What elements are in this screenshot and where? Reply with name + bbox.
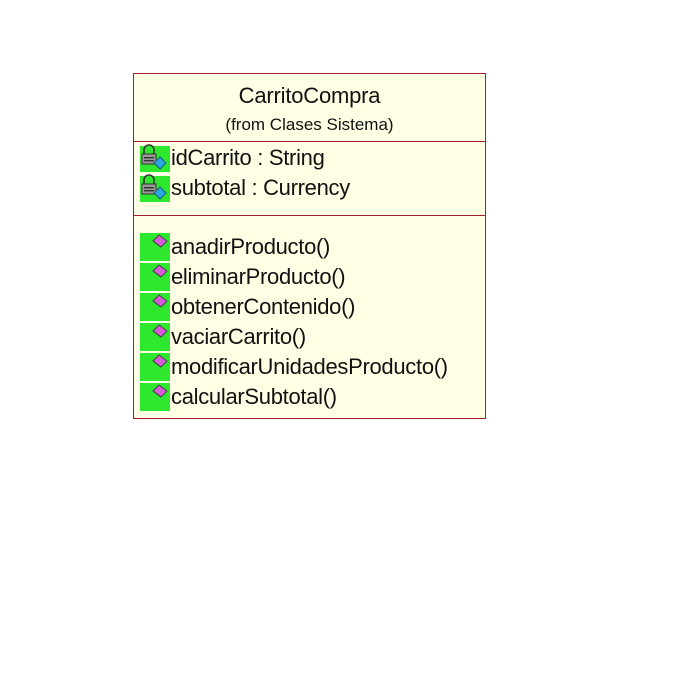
class-name-compartment: CarritoCompra (from Clases Sistema)	[134, 74, 485, 142]
operation-label: vaciarCarrito()	[171, 324, 306, 349]
operation-row[interactable]: calcularSubtotal()	[140, 382, 337, 412]
public-operation-icon	[140, 323, 170, 351]
operation-row[interactable]: eliminarProducto()	[140, 262, 346, 292]
public-operation-icon	[140, 293, 170, 321]
operation-row[interactable]: obtenerContenido()	[140, 292, 355, 322]
operation-label: obtenerContenido()	[171, 294, 356, 319]
operation-row[interactable]: anadirProducto()	[140, 232, 330, 262]
operation-row[interactable]: modificarUnidadesProducto()	[140, 352, 448, 382]
operations-compartment: anadirProducto() eliminarProducto() obte…	[134, 215, 485, 418]
private-attribute-lock-icon	[140, 174, 170, 202]
operation-label: calcularSubtotal()	[171, 384, 337, 409]
operation-label: eliminarProducto()	[171, 264, 346, 289]
public-operation-icon	[140, 383, 170, 411]
attribute-label: subtotal : Currency	[171, 175, 350, 200]
uml-class-box[interactable]: CarritoCompra (from Clases Sistema) idCa…	[133, 73, 486, 419]
operation-row[interactable]: vaciarCarrito()	[140, 322, 306, 352]
operation-label: modificarUnidadesProducto()	[171, 354, 448, 379]
attributes-compartment: idCarrito : String subtotal : Currency	[134, 141, 485, 216]
class-name: CarritoCompra	[238, 83, 381, 108]
attribute-label: idCarrito : String	[171, 145, 325, 170]
class-package-label: (from Clases Sistema)	[225, 115, 394, 134]
public-operation-icon	[140, 263, 170, 291]
attribute-row[interactable]: idCarrito : String	[140, 143, 325, 173]
private-attribute-lock-icon	[140, 144, 170, 172]
public-operation-icon	[140, 233, 170, 261]
public-operation-icon	[140, 353, 170, 381]
operation-label: anadirProducto()	[171, 234, 331, 259]
attribute-row[interactable]: subtotal : Currency	[140, 173, 350, 203]
